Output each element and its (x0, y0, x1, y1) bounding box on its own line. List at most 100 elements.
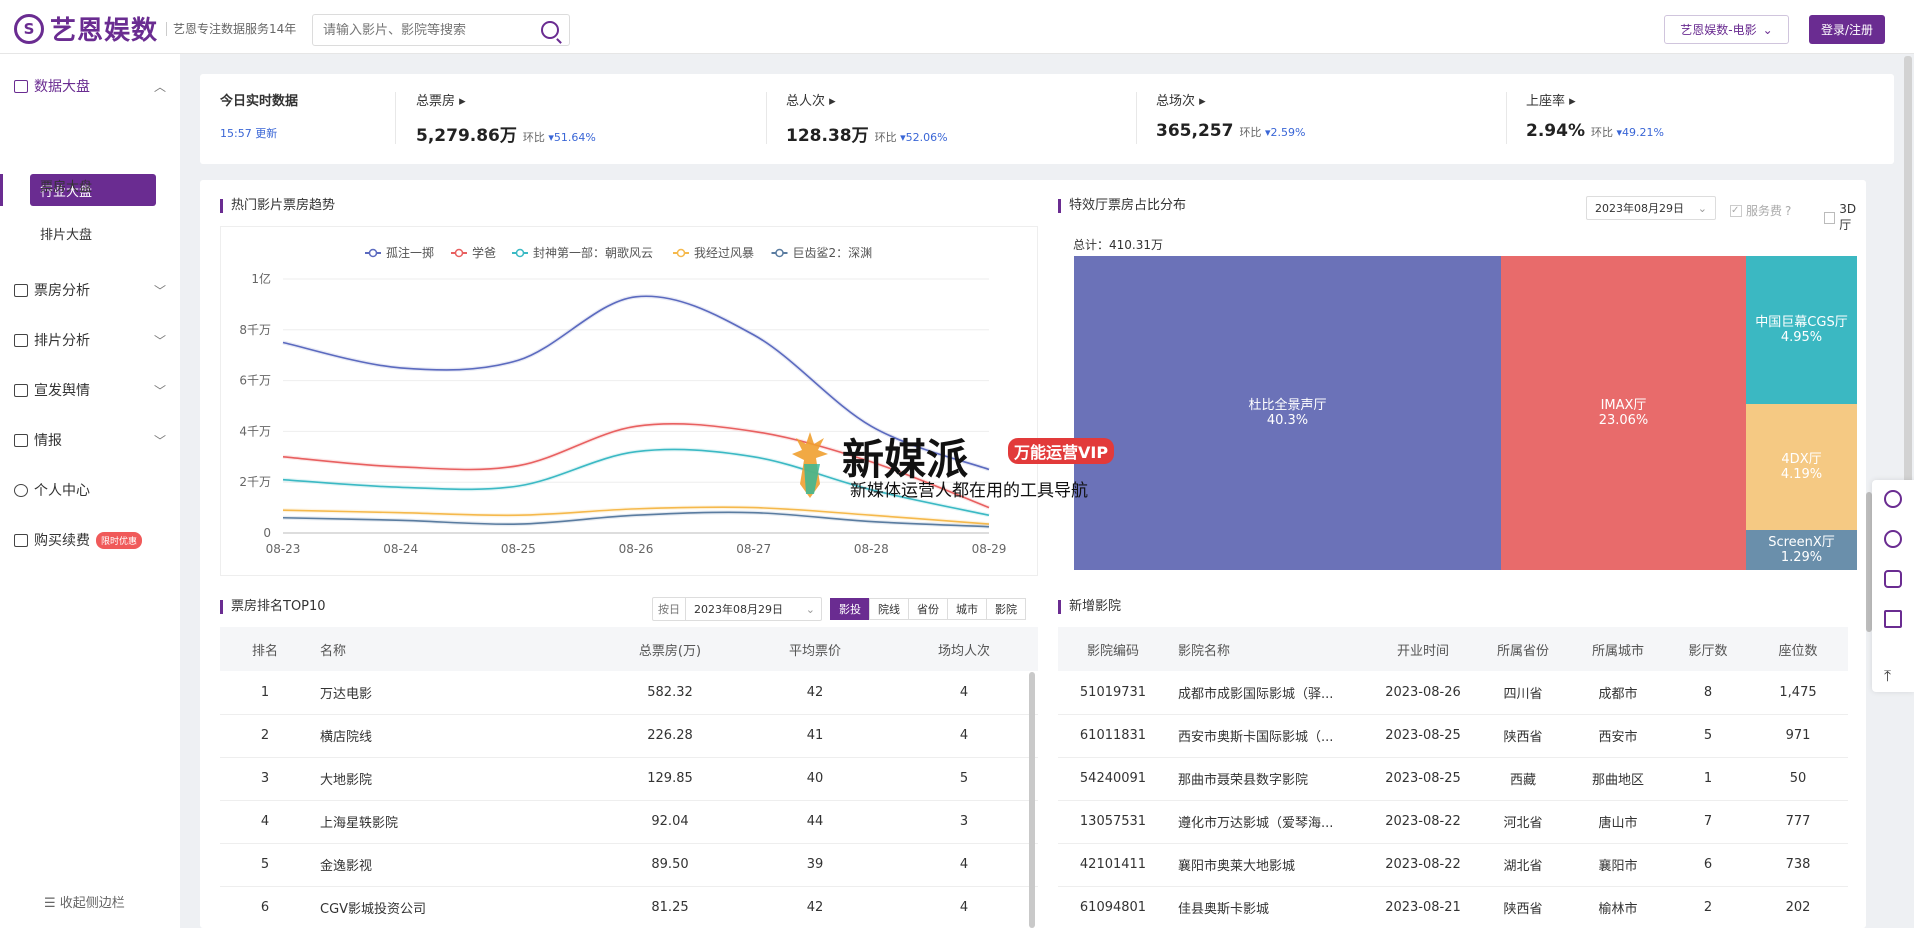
chevron-up-icon: ︿ (153, 79, 166, 94)
login-button[interactable]: 登录/注册 (1809, 15, 1885, 44)
cart-icon (14, 533, 28, 547)
treemap-cell[interactable]: 杜比全景声厅 40.3% (1074, 256, 1501, 570)
top10-cell: 2 (220, 714, 310, 758)
realtime-title: 今日实时数据 (220, 94, 299, 109)
table-row[interactable]: 6 CGV影城投资公司 81.25 42 4 (220, 886, 1038, 928)
tab-cinema[interactable]: 影院 (986, 598, 1026, 620)
customer-service-icon[interactable] (1884, 490, 1902, 508)
logo[interactable]: S 艺恩娱数 艺恩专注数据服务14年 (14, 10, 296, 47)
main-card: 热门影片票房趋势 0 2千万 4千万 6千万 8千万 1亿 08-23 08-24 08-25 0… (200, 180, 1866, 928)
stat-change: 2.59% (1270, 126, 1306, 139)
special-hall-date-picker[interactable]: 2023年08月29日 ⌄ (1586, 196, 1716, 220)
new-cinema-cell: 1,475 (1748, 671, 1848, 715)
caret-right-icon[interactable]: ▸ (459, 94, 466, 109)
feedback-icon[interactable] (1884, 570, 1902, 588)
table-row[interactable]: 51019731 成都市成影国际影城（驿... 2023-08-26 四川省 成都市 8 1… (1058, 671, 1848, 715)
table-row[interactable]: 5 金逸影视 89.50 39 4 (220, 843, 1038, 887)
new-cinema-cell: 湖北省 (1478, 843, 1568, 887)
qrcode-icon[interactable] (1884, 610, 1902, 628)
legend-label: 巨齿鲨2：深渊 (793, 246, 873, 260)
phone-icon[interactable] (1884, 530, 1902, 548)
back-to-top-icon[interactable]: ⤒ (1884, 666, 1891, 686)
3d-hall-checkbox[interactable]: 3D厅 (1824, 202, 1866, 233)
search-icon[interactable] (541, 21, 559, 39)
new-cinema-cell: 1 (1668, 757, 1748, 801)
caret-right-icon[interactable]: ▸ (829, 94, 836, 109)
new-cinema-cell: 2023-08-21 (1368, 886, 1478, 928)
table-row[interactable]: 4 上海星轶影院 92.04 44 3 (220, 800, 1038, 844)
caret-right-icon[interactable]: ▸ (1569, 94, 1576, 109)
x-tick-label: 08-27 (736, 542, 771, 556)
cell-name: IMAX厅 (1600, 398, 1647, 413)
sidebar-item-intel[interactable]: 情报 ﹀ (0, 420, 180, 460)
table-row[interactable]: 13057531 遵化市万达影城（爱琴海... 2023-08-22 河北省 唐山市 7 7… (1058, 800, 1848, 844)
new-cinema-cell: 2023-08-22 (1368, 843, 1478, 887)
board-icon (14, 283, 28, 297)
new-cinema-cell: 榆林市 (1568, 886, 1668, 928)
top10-cell: 92.04 (600, 800, 740, 844)
tab-province[interactable]: 省份 (908, 598, 948, 620)
cell-pct: 23.06% (1598, 413, 1649, 428)
treemap-cell[interactable]: 4DX厅 4.19% (1746, 404, 1857, 530)
sidebar-item-label: 情报 (34, 433, 62, 449)
top10-cell: 42 (740, 886, 890, 928)
table-row[interactable]: 61011831 西安市奥斯卡国际影城（... 2023-08-25 陕西省 西安市 5 9… (1058, 714, 1848, 758)
watermark-vip: 万能运营VIP (1008, 438, 1115, 464)
service-fee-checkbox[interactable]: ✓ 服务费? (1730, 202, 1791, 219)
col-header: 开业时间 (1368, 627, 1478, 671)
sidebar-sub-schedule[interactable]: 排片大盘 (40, 224, 92, 243)
product-switch-dropdown[interactable]: 艺恩娱数-电影 ⌄ (1664, 15, 1789, 44)
table-row[interactable]: 61094801 佳县奥斯卡影城 2023-08-21 陕西省 榆林市 2 202 (1058, 886, 1848, 928)
cell-name: ScreenX厅 (1768, 535, 1835, 550)
new-cinema-title: 新增影院 (1058, 600, 1121, 614)
col-header: 名称 (310, 627, 600, 671)
new-cinema-cell: 河北省 (1478, 800, 1568, 844)
table-row[interactable]: 3 大地影院 129.85 40 5 (220, 757, 1038, 801)
top10-cell: 81.25 (600, 886, 740, 928)
search-input[interactable] (323, 22, 541, 38)
sidebar-item-publicity[interactable]: 宣发舆情 ﹀ (0, 370, 180, 410)
sidebar-item-schedule-analysis[interactable]: 排片分析 ﹀ (0, 320, 180, 360)
y-tick-label: 6千万 (239, 374, 271, 388)
treemap-cell[interactable]: 中国巨幕CGS厅 4.95% (1746, 256, 1857, 404)
table-row[interactable]: 54240091 那曲市聂荣县数字影院 2023-08-25 西藏 那曲地区 1 50 (1058, 757, 1848, 801)
legend-label: 我经过风暴 (694, 246, 754, 260)
treemap-cell[interactable]: IMAX厅 23.06% (1501, 256, 1746, 570)
new-cinema-cell: 51019731 (1058, 671, 1168, 715)
caret-right-icon[interactable]: ▸ (1199, 94, 1206, 109)
treemap-cell[interactable]: ScreenX厅 1.29% (1746, 530, 1857, 570)
y-tick-label: 2千万 (239, 475, 271, 489)
tab-city[interactable]: 城市 (947, 598, 987, 620)
new-cinema-cell: 2023-08-25 (1368, 757, 1478, 801)
new-cinema-cell: 陕西省 (1478, 886, 1568, 928)
sidebar-item-purchase[interactable]: 购买续费 限时优惠 (0, 520, 180, 560)
stat-change: 52.06% (905, 131, 948, 144)
col-header: 平均票价 (740, 627, 890, 671)
divider (766, 92, 767, 144)
chevron-down-icon: ⌄ (1697, 201, 1707, 215)
sidebar-sub-boxoffice[interactable]: 票房大盘 (40, 176, 92, 195)
table-row[interactable]: 42101411 襄阳市奥莱大地影城 2023-08-22 湖北省 襄阳市 6 738 (1058, 843, 1848, 887)
col-header: 影院编码 (1058, 627, 1168, 671)
sidebar-item-data-dashboard[interactable]: 数据大盘 ︿ (0, 66, 180, 106)
top10-date-picker[interactable]: 按日 2023年08月29日 ⌄ (652, 597, 822, 621)
table-row[interactable]: 1 万达电影 582.32 42 4 (220, 671, 1038, 715)
help-icon[interactable]: ? (1785, 204, 1791, 218)
new-cinema-cell: 那曲市聂荣县数字影院 (1168, 757, 1368, 801)
new-cinema-cell: 西安市奥斯卡国际影城（... (1168, 714, 1368, 758)
sidebar-item-profile[interactable]: 个人中心 (0, 470, 180, 510)
user-icon (14, 483, 28, 497)
tab-investor[interactable]: 影投 (830, 598, 870, 620)
tab-circuit[interactable]: 院线 (869, 598, 909, 620)
special-hall-total: 总计：410.31万 (1073, 238, 1163, 252)
table-row[interactable]: 2 横店院线 226.28 41 4 (220, 714, 1038, 758)
top10-cell: 40 (740, 757, 890, 801)
legend-marker (515, 248, 525, 258)
special-hall-title: 特效厅票房占比分布 (1058, 199, 1186, 213)
top10-scrollbar[interactable] (1029, 672, 1035, 928)
sidebar-item-boxoffice-analysis[interactable]: 票房分析 ﹀ (0, 270, 180, 310)
chevron-down-icon: ⌄ (805, 602, 815, 616)
collapse-sidebar-button[interactable]: ☰ 收起侧边栏 (44, 892, 125, 911)
top-bar: S 艺恩娱数 艺恩专注数据服务14年 艺恩娱数-电影 ⌄ 登录/注册 (0, 0, 1914, 54)
cmp-label: 环比 (522, 131, 545, 144)
